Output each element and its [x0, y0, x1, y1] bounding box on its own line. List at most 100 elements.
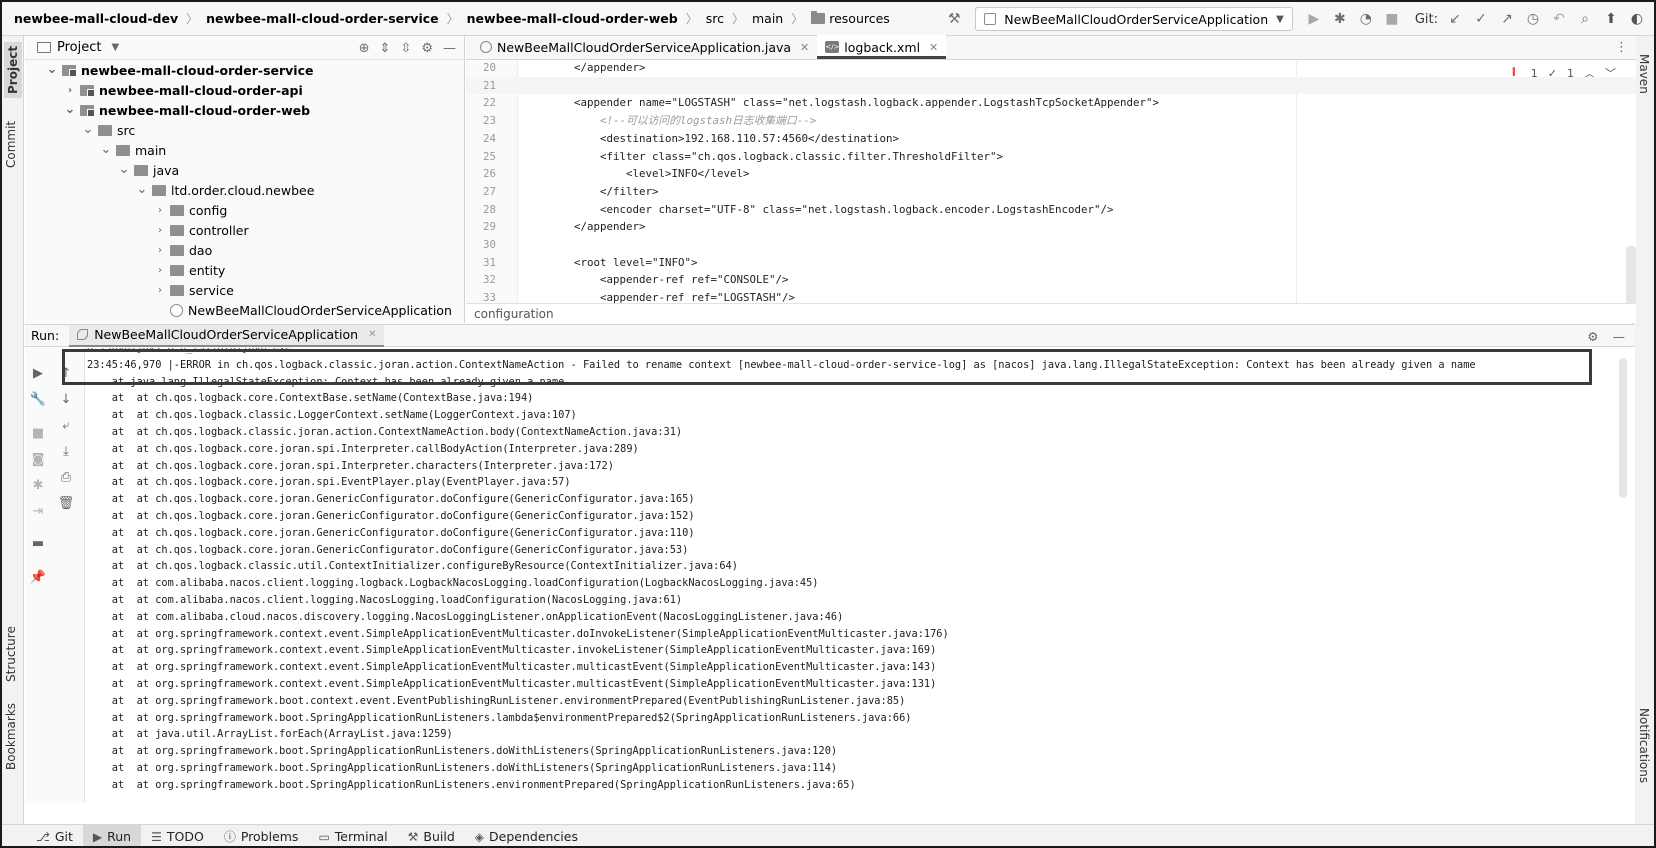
chevron-down-icon[interactable]: ⌄: [135, 183, 149, 196]
chevron-down-icon[interactable]: ⌄: [63, 103, 77, 116]
code-text: <root level="INFO">: [548, 255, 698, 269]
code-view[interactable]: ❗ 1 ✓ 1 ︿ ﹀ 20 </appender> 21 22 <appender n…: [466, 61, 1636, 303]
stop-icon[interactable]: ■: [1381, 8, 1403, 30]
rollback-icon[interactable]: ↶: [1548, 8, 1570, 30]
history-clock-icon[interactable]: ◷: [1522, 8, 1544, 30]
editor-breadcrumb[interactable]: configuration: [466, 303, 1636, 323]
stop-icon[interactable]: ■: [27, 422, 49, 444]
debug-bug-icon[interactable]: ✱: [27, 474, 49, 496]
tool-window-button[interactable]: ⓘ Problems: [214, 825, 309, 847]
close-icon[interactable]: ✕: [800, 41, 809, 54]
chevron-down-icon[interactable]: ⌄: [45, 63, 59, 76]
git-push-icon[interactable]: ↗: [1496, 8, 1518, 30]
chevron-right-icon[interactable]: ›: [153, 265, 167, 276]
chevron-right-icon[interactable]: ›: [153, 205, 167, 216]
tool-window-button[interactable]: ⎇ Git: [26, 825, 83, 847]
tree-node[interactable]: NewBeeMallCloudOrderServiceApplication: [25, 300, 464, 320]
commit-tool-button[interactable]: Commit: [4, 110, 18, 168]
scroll-down-icon[interactable]: ↓: [55, 388, 77, 410]
git-commit-icon[interactable]: ✓: [1470, 8, 1492, 30]
update-arrow-icon[interactable]: ⬆: [1600, 8, 1622, 30]
chevron-right-icon[interactable]: ›: [153, 245, 167, 256]
debug-bug-icon[interactable]: ✱: [1329, 8, 1351, 30]
run-tab-label: NewBeeMallCloudOrderServiceApplication: [94, 327, 359, 342]
tool-window-button[interactable]: ⚒ Build: [398, 825, 465, 847]
tool-window-button[interactable]: ◈ Dependencies: [465, 825, 588, 847]
pin-icon[interactable]: 📌: [27, 566, 49, 588]
bookmarks-tool-button[interactable]: Bookmarks: [4, 698, 18, 770]
expand-all-icon[interactable]: ⇕: [380, 41, 391, 56]
gear-icon[interactable]: ⚙: [421, 41, 433, 56]
tool-window-button[interactable]: ▭ Terminal: [308, 825, 397, 847]
tree-node-label: service: [189, 282, 234, 298]
tree-node[interactable]: ⌄ main: [25, 140, 464, 160]
git-update-icon[interactable]: ↙: [1444, 8, 1466, 30]
maven-tool-button[interactable]: Maven: [1637, 54, 1651, 94]
tree-node[interactable]: › service: [25, 280, 464, 300]
tool-window-button[interactable]: ☰ TODO: [141, 825, 214, 847]
breadcrumb-item[interactable]: newbee-mall-cloud-order-service 〉: [206, 10, 467, 27]
tree-node[interactable]: ⌄ newbee-mall-cloud-order-service: [25, 60, 464, 80]
chevron-right-icon[interactable]: ›: [153, 285, 167, 296]
breadcrumb-item[interactable]: newbee-mall-cloud-order-web 〉: [467, 10, 706, 27]
chevron-right-icon[interactable]: ›: [63, 85, 77, 96]
ide-logo-icon[interactable]: ◐: [1626, 8, 1648, 30]
tree-node-label: src: [117, 122, 136, 138]
search-icon[interactable]: ⌕: [1574, 8, 1596, 30]
project-tool-button[interactable]: Project: [4, 42, 22, 98]
scroll-up-icon[interactable]: ↑: [55, 362, 77, 384]
breadcrumb-item[interactable]: resources: [811, 11, 890, 26]
tree-node-label: newbee-mall-cloud-order-web: [99, 102, 311, 118]
hide-minus-icon[interactable]: —: [443, 41, 456, 56]
collapse-all-icon[interactable]: ⇳: [400, 41, 411, 56]
notifications-tool-button[interactable]: Notifications: [1637, 708, 1651, 783]
folder-icon: [170, 224, 184, 236]
tree-node[interactable]: › entity: [25, 260, 464, 280]
tool-window-button[interactable]: ▶ Run: [82, 824, 142, 846]
print-icon[interactable]: ⎙: [55, 466, 77, 488]
more-vertical-icon[interactable]: ⋮: [1615, 40, 1628, 55]
close-icon[interactable]: ✕: [929, 41, 938, 54]
project-panel-title[interactable]: Project: [57, 40, 101, 55]
tree-node[interactable]: › controller: [25, 220, 464, 240]
hide-minus-icon[interactable]: —: [1613, 329, 1626, 344]
run-panel: Run: NewBeeMallCloudOrderServiceApplicat…: [25, 324, 1635, 824]
tree-node[interactable]: › config: [25, 200, 464, 220]
tree-node[interactable]: ⌄ ltd.order.cloud.newbee: [25, 180, 464, 200]
console-line: at at com.alibaba.cloud.nacos.discovery.…: [87, 609, 1635, 626]
tree-node[interactable]: › newbee-mall-cloud-order-api: [25, 80, 464, 100]
breadcrumb-item[interactable]: newbee-mall-cloud-dev 〉: [14, 10, 206, 27]
chevron-right-icon[interactable]: ›: [153, 225, 167, 236]
chevron-down-icon[interactable]: ▼: [111, 42, 119, 53]
editor-tab[interactable]: NewBeeMallCloudOrderServiceApplication.j…: [472, 35, 817, 59]
breadcrumb-item[interactable]: src 〉: [706, 10, 752, 27]
structure-tool-button[interactable]: Structure: [4, 616, 18, 682]
layout-icon[interactable]: ▬: [27, 532, 49, 554]
tree-node[interactable]: ⌄ java: [25, 160, 464, 180]
exit-icon[interactable]: ⇥: [27, 500, 49, 522]
hammer-build-icon[interactable]: ⚒: [943, 8, 965, 30]
camera-icon[interactable]: ◙: [27, 448, 49, 470]
tree-node[interactable]: ⌄ src: [25, 120, 464, 140]
wrench-icon[interactable]: 🔧: [27, 388, 49, 410]
tree-node[interactable]: › dao: [25, 240, 464, 260]
gear-icon[interactable]: ⚙: [1587, 329, 1598, 344]
trash-icon[interactable]: 🗑: [55, 492, 77, 514]
scroll-to-end-icon[interactable]: ⤓: [55, 440, 77, 462]
editor-tab[interactable]: </> logback.xml ✕: [817, 35, 947, 59]
project-panel: Project ▼ ⊕ ⇕ ⇳ ⚙ — ⌄ newbee-mall-cloud-o…: [25, 36, 465, 323]
run-configuration-select[interactable]: NewBeeMallCloudOrderServiceApplication ▼: [975, 7, 1293, 31]
console-output[interactable]: D:\Java\jdk1.8.0_291\bin\java.exe ... 23:…: [87, 348, 1635, 803]
chevron-down-icon[interactable]: ⌄: [81, 123, 95, 136]
tree-node[interactable]: ⌄ newbee-mall-cloud-order-web: [25, 100, 464, 120]
run-icon[interactable]: ▶: [1303, 8, 1325, 30]
coverage-icon[interactable]: ◔: [1355, 8, 1377, 30]
run-tab[interactable]: NewBeeMallCloudOrderServiceApplication ✕: [69, 324, 385, 347]
close-icon[interactable]: ✕: [368, 329, 376, 340]
breadcrumb-item[interactable]: main 〉: [752, 10, 811, 27]
soft-wrap-icon[interactable]: ⤶: [55, 414, 77, 436]
chevron-down-icon[interactable]: ⌄: [99, 143, 113, 156]
chevron-down-icon[interactable]: ⌄: [117, 163, 131, 176]
rerun-icon[interactable]: ▶: [27, 362, 49, 384]
locate-target-icon[interactable]: ⊕: [359, 41, 370, 56]
